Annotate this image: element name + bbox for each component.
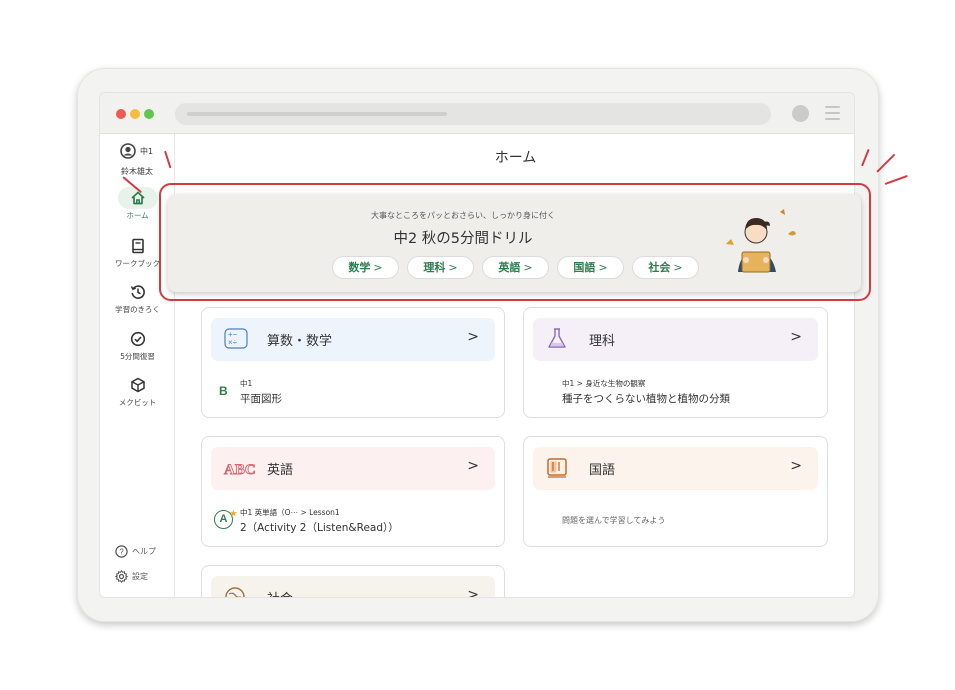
help-icon: ? — [115, 545, 128, 558]
svg-text:×÷: ×÷ — [228, 338, 238, 347]
app-window: 中1 鈴木雄太 ホーム ワークブック 学習のきろく 5分間復習 メクビット ? … — [99, 92, 855, 598]
svg-text:?: ? — [119, 547, 124, 556]
user-name: 鈴木雄太 — [121, 167, 153, 176]
sidebar-item-mekubit[interactable]: メクビット — [100, 374, 175, 408]
card-header[interactable]: ABC 英語 > — [211, 447, 495, 490]
help-link[interactable]: ? ヘルプ — [115, 545, 156, 558]
subject-card-english[interactable]: ABC 英語 > A ★ 中1 英単語（O⋯ > Lesson1 2（Activi… — [201, 436, 505, 547]
pill-social[interactable]: 社会 > — [632, 256, 699, 279]
check-circle-icon — [130, 331, 145, 347]
history-icon — [130, 285, 145, 299]
card-header[interactable]: 国語 > — [533, 447, 818, 490]
sidebar-item-label: メクビット — [118, 398, 157, 407]
profile-icon[interactable] — [792, 105, 809, 122]
chevron-right-icon: > — [790, 329, 802, 345]
accent-stroke — [876, 153, 896, 173]
chevron-right-icon: > — [790, 458, 802, 474]
help-label: ヘルプ — [132, 547, 156, 556]
chevron-right-icon: > — [523, 261, 533, 274]
subject-card-science[interactable]: 理科 > 中1 > 身近な生物の観察 種子をつくらない植物と植物の分類 — [523, 307, 828, 418]
close-window-button[interactable] — [116, 109, 126, 119]
subject-card-social[interactable]: 社会 > — [201, 565, 505, 598]
chevron-right-icon: > — [673, 261, 683, 274]
card-title: 算数・数学 — [267, 334, 333, 349]
sidebar-item-review[interactable]: 5分間復習 — [100, 328, 175, 362]
chevron-right-icon: > — [467, 587, 479, 598]
pill-science[interactable]: 理科 > — [407, 256, 474, 279]
card-header[interactable]: 理科 > — [533, 318, 818, 361]
chevron-right-icon: > — [467, 329, 479, 345]
home-icon — [130, 191, 145, 205]
gear-icon — [115, 570, 128, 583]
pill-japanese[interactable]: 国語 > — [557, 256, 624, 279]
chevron-right-icon: > — [598, 261, 608, 274]
accent-stroke — [884, 174, 908, 185]
abc-icon: ABC — [224, 462, 255, 479]
card-title: 国語 — [589, 463, 616, 478]
chevron-right-icon: > — [373, 261, 383, 274]
card-subtitle: 中1 > 身近な生物の観察 — [562, 379, 646, 388]
drill-banner[interactable]: 大事なところをパッとおさらい、しっかり身に付く 中2 秋の5分間ドリル 数学 > … — [168, 194, 861, 292]
banner-title: 中2 秋の5分間ドリル — [393, 231, 533, 247]
address-bar[interactable] — [175, 103, 771, 125]
browser-titlebar — [100, 93, 854, 134]
settings-link[interactable]: 設定 — [115, 570, 148, 583]
card-detail: 平面図形 — [240, 393, 282, 405]
card-title: 理科 — [589, 334, 616, 349]
card-subtitle: 中1 英単語（O⋯ > Lesson1 — [240, 508, 340, 517]
cube-icon — [130, 377, 145, 393]
book-icon — [131, 238, 144, 254]
notebook-icon — [547, 458, 567, 478]
subject-card-japanese[interactable]: 国語 > 問題を選んで学習してみよう — [523, 436, 828, 547]
user-avatar-icon — [120, 143, 136, 159]
subject-pills: 数学 > 理科 > 英語 > 国語 > 社会 > — [332, 256, 699, 279]
card-title: 社会 — [267, 588, 293, 597]
maximize-window-button[interactable] — [144, 109, 154, 119]
address-placeholder — [187, 112, 447, 116]
level-badge: B — [219, 384, 228, 398]
pill-math[interactable]: 数学 > — [332, 256, 399, 279]
card-detail: 種子をつくらない植物と植物の分類 — [562, 393, 730, 405]
card-detail: 2（Activity 2（Listen&Read）） — [240, 522, 399, 534]
star-icon: ★ — [229, 509, 237, 518]
card-hint: 問題を選んで学習してみよう — [562, 516, 666, 525]
chevron-right-icon: > — [467, 458, 479, 474]
subject-card-math[interactable]: +− ×÷ 算数・数学 > B 中1 平面図形 — [201, 307, 505, 418]
sidebar-item-label: 学習のきろく — [115, 305, 160, 314]
math-symbols-icon: +− ×÷ — [224, 328, 248, 349]
student-with-tablet-illustration — [726, 209, 796, 273]
svg-text:ABC: ABC — [224, 462, 255, 478]
hamburger-menu-icon[interactable] — [825, 106, 840, 120]
flask-icon — [548, 328, 566, 348]
user-grade: 中1 — [140, 147, 154, 156]
globe-icon — [225, 587, 245, 597]
chevron-right-icon: > — [448, 261, 458, 274]
level-badge: A ★ — [214, 509, 237, 529]
card-subtitle: 中1 — [240, 379, 253, 388]
page-title: ホーム — [494, 150, 537, 166]
minimize-window-button[interactable] — [130, 109, 140, 119]
settings-label: 設定 — [132, 572, 148, 581]
pill-english[interactable]: 英語 > — [482, 256, 549, 279]
card-header[interactable]: 社会 > — [211, 576, 495, 598]
card-title: 英語 — [267, 463, 294, 478]
card-header[interactable]: +− ×÷ 算数・数学 > — [211, 318, 495, 361]
sidebar-item-label: 5分間復習 — [120, 352, 155, 361]
banner-tagline: 大事なところをパッとおさらい、しっかり身に付く — [371, 211, 555, 220]
